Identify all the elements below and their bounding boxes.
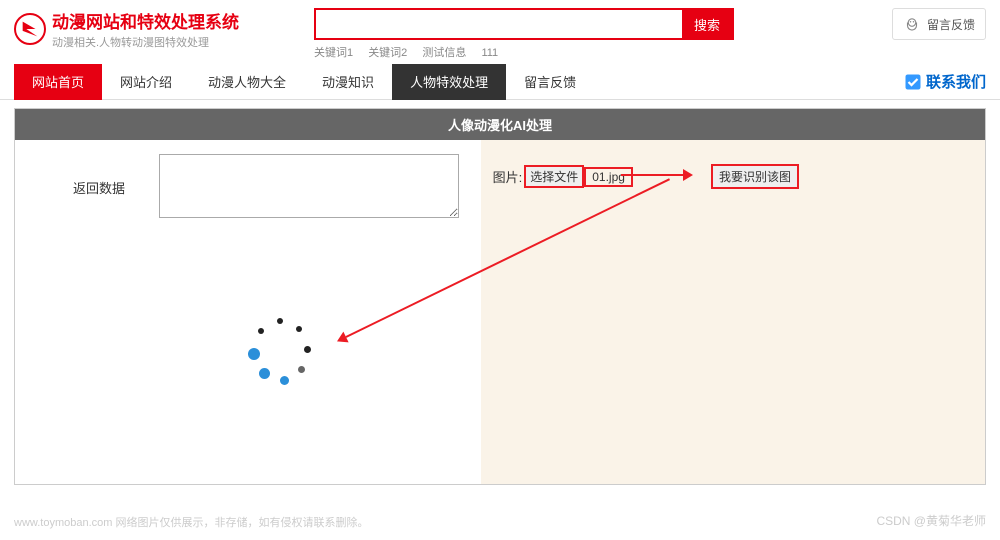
search-box: 搜索: [314, 8, 734, 40]
main-nav: 网站首页 网站介绍 动漫人物大全 动漫知识 人物特效处理 留言反馈 联系我们: [0, 64, 1000, 100]
check-icon: [904, 73, 922, 91]
nav-about[interactable]: 网站介绍: [102, 64, 190, 100]
nav-home[interactable]: 网站首页: [14, 64, 102, 100]
search-keywords: 关键词1 关键词2 测试信息 111: [314, 44, 892, 60]
panel-title: 人像动漫化AI处理: [15, 109, 985, 140]
return-data-label: 返回数据: [39, 154, 159, 197]
watermark-left: www.toymoban.com 网络图片仅供展示，非存储，如有侵权请联系删除。: [14, 514, 368, 530]
keyword-link[interactable]: 测试信息: [422, 47, 466, 59]
logo-icon: [14, 13, 46, 45]
annotation-arrow-icon: [621, 169, 693, 181]
logo-area: 动漫网站和特效处理系统 动漫相关.人物转动漫图特效处理: [14, 8, 314, 50]
nav-knowledge[interactable]: 动漫知识: [304, 64, 392, 100]
keyword-link[interactable]: 111: [481, 47, 498, 59]
return-data-textarea[interactable]: [159, 154, 459, 218]
nav-effects[interactable]: 人物特效处理: [392, 64, 506, 100]
headset-icon: [903, 15, 921, 33]
search-input[interactable]: [316, 10, 682, 38]
site-title: 动漫网站和特效处理系统: [52, 8, 239, 33]
main-panel: 人像动漫化AI处理 返回数据: [14, 108, 986, 485]
choose-file-button[interactable]: 选择文件: [524, 165, 584, 188]
nav-characters[interactable]: 动漫人物大全: [190, 64, 304, 100]
keyword-link[interactable]: 关键词2: [368, 47, 407, 59]
search-button[interactable]: 搜索: [682, 10, 732, 38]
feedback-label: 留言反馈: [927, 16, 975, 33]
feedback-button[interactable]: 留言反馈: [892, 8, 986, 40]
recognize-button[interactable]: 我要识别该图: [711, 164, 799, 189]
keyword-link[interactable]: 关键词1: [314, 47, 353, 59]
image-label: 图片:: [493, 167, 523, 186]
nav-feedback[interactable]: 留言反馈: [506, 64, 594, 100]
watermark-right: CSDN @黄菊华老师: [876, 512, 986, 529]
contact-link[interactable]: 联系我们: [904, 71, 986, 92]
site-subtitle: 动漫相关.人物转动漫图特效处理: [52, 34, 239, 50]
loading-spinner-icon: [246, 318, 314, 386]
preview-area: [175, 232, 385, 472]
